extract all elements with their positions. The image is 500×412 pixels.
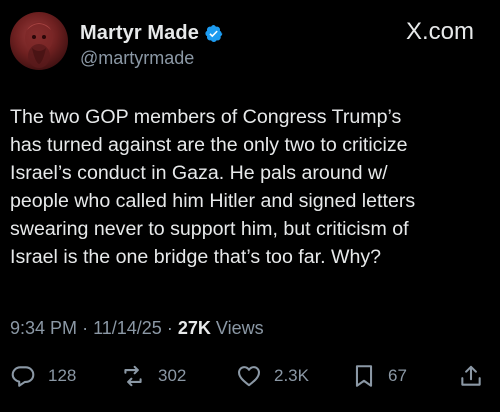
share-icon (458, 363, 484, 389)
bookmark-button[interactable]: 67 (352, 360, 407, 392)
repost-count: 302 (158, 366, 187, 385)
site-label: X.com (405, 18, 474, 45)
post-meta: 9:34 PM · 11/14/25 · 27K Views (10, 318, 264, 339)
reply-icon (10, 363, 36, 389)
meta-separator: · (166, 318, 173, 338)
name-row: Martyr Made (80, 20, 223, 46)
post-text: The two GOP members of Congress Trump’s … (10, 106, 416, 268)
repost-icon (120, 363, 146, 389)
reply-button[interactable]: 128 (10, 360, 76, 392)
repost-button[interactable]: 302 (120, 360, 186, 392)
like-icon (236, 363, 262, 389)
share-button[interactable] (458, 360, 484, 392)
like-button[interactable]: 2.3K (236, 360, 309, 392)
avatar[interactable] (10, 12, 68, 70)
author-block: Martyr Made @martyrmade (80, 20, 223, 69)
verified-badge-icon (204, 24, 223, 43)
action-bar: 128 302 2.3K 67 (0, 360, 500, 392)
author-handle[interactable]: @martyrmade (80, 48, 223, 69)
meta-separator: · (82, 318, 89, 338)
tweet-card: Martyr Made @martyrmade X.com The two GO… (0, 0, 500, 412)
author-display-name[interactable]: Martyr Made (80, 22, 199, 45)
views-label: Views (215, 318, 264, 338)
bookmark-count: 67 (388, 366, 407, 385)
bookmark-icon (352, 363, 376, 389)
like-count: 2.3K (274, 366, 309, 385)
reply-count: 128 (48, 366, 77, 385)
avatar-image (25, 22, 53, 68)
post-time[interactable]: 9:34 PM (10, 318, 77, 338)
post-date[interactable]: 11/14/25 (93, 318, 162, 338)
views-count: 27K (177, 318, 211, 338)
